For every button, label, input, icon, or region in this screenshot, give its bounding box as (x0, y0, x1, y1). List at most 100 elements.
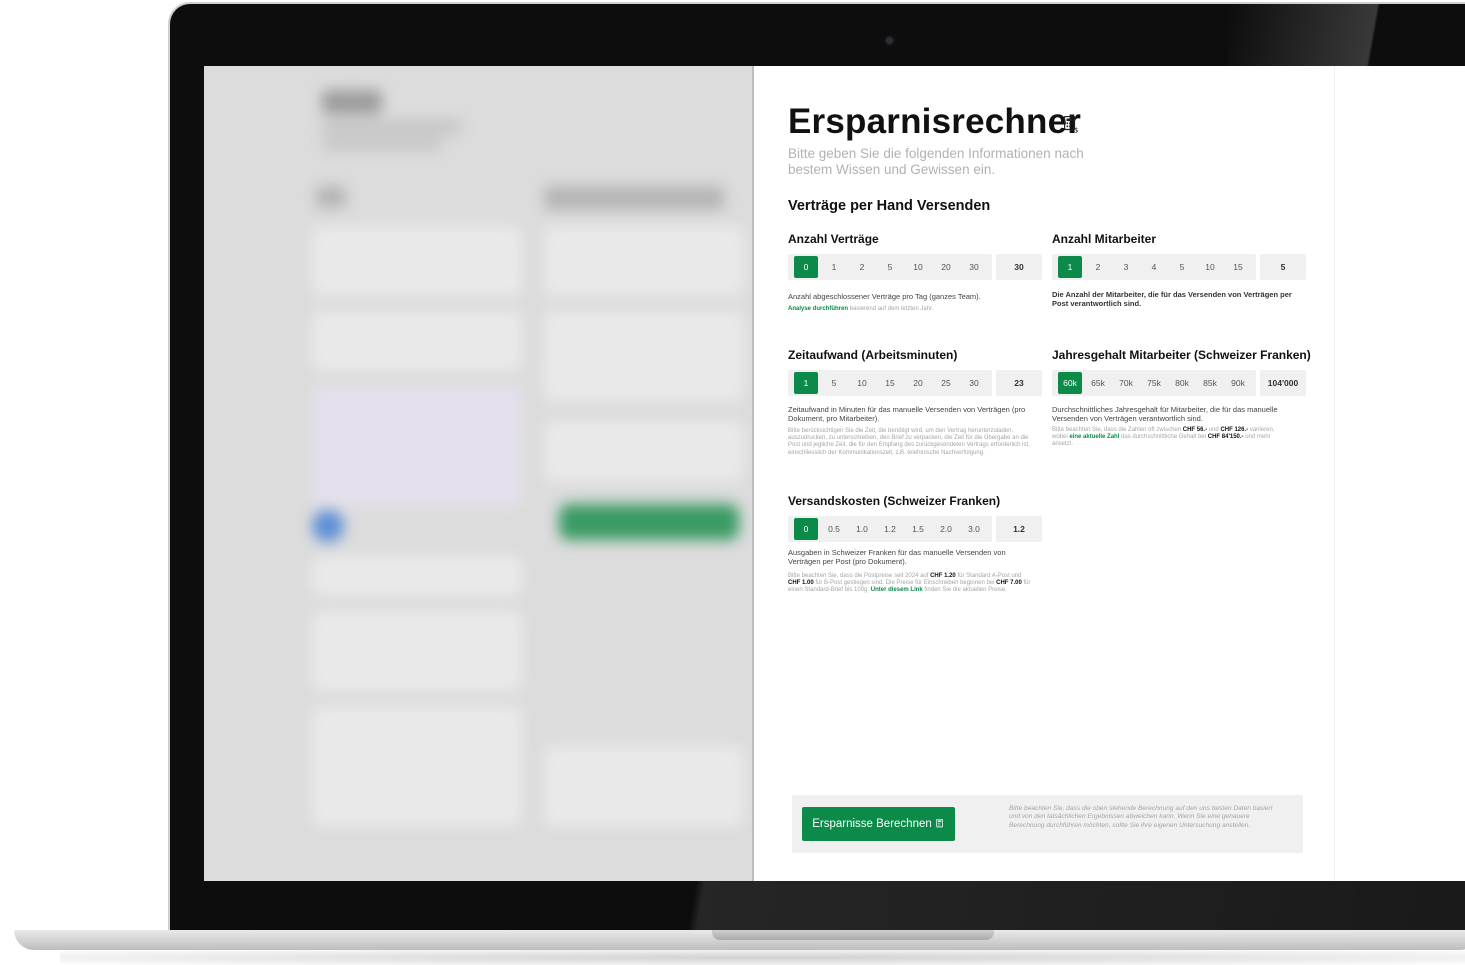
blurred-avatar (312, 510, 344, 542)
lid-glare (1228, 4, 1465, 70)
salary-option[interactable]: 60k (1058, 372, 1082, 394)
post-prices-link[interactable]: Unter diesem Link (871, 587, 923, 593)
shipping-note: Bitte beachten Sie, dass die Postpreise … (788, 573, 1031, 594)
shipping-option[interactable]: 0.5 (822, 518, 846, 540)
blurred-text (322, 138, 442, 150)
contracts-option[interactable]: 30 (962, 256, 986, 278)
contracts-option[interactable]: 10 (906, 256, 930, 278)
calculator-dollar-icon (936, 819, 943, 828)
employees-label: Anzahl Mitarbeiter (1052, 232, 1157, 246)
shipping-option[interactable]: 0 (794, 518, 818, 540)
blurred-card (544, 311, 744, 401)
shipping-option[interactable]: 1.0 (850, 518, 874, 540)
salary-option[interactable]: 75k (1142, 372, 1166, 394)
blurred-card (312, 386, 522, 506)
contracts-option[interactable]: 0 (794, 256, 818, 278)
shipping-label: Versandskosten (Schweizer Franken) (788, 494, 1001, 508)
time-option[interactable]: 30 (962, 372, 986, 394)
blurred-green-button (559, 504, 739, 540)
blurred-card (544, 746, 744, 826)
right-empty-area (1334, 66, 1465, 881)
employees-option[interactable]: 4 (1142, 256, 1166, 278)
contracts-segment: 0 1 2 5 10 20 30 (788, 254, 992, 280)
salary-label: Jahresgehalt Mitarbeiter (Schweizer Fran… (1052, 348, 1311, 362)
blurred-content (204, 66, 752, 881)
contracts-description: Anzahl abgeschlossener Verträge pro Tag … (788, 292, 981, 301)
shipping-value-input[interactable]: 1.2 (996, 516, 1042, 542)
blurred-heading (544, 186, 724, 210)
time-selector: 1 5 10 15 20 25 30 23 (788, 370, 1042, 396)
employees-option[interactable]: 10 (1198, 256, 1222, 278)
calculator-footer: Ersparnisse Berechnen Bitte beachten Sie… (792, 795, 1303, 853)
blurred-icon (316, 186, 346, 208)
contracts-value-input[interactable]: 30 (996, 254, 1042, 280)
webcam-icon (886, 37, 893, 44)
time-segment: 1 5 10 15 20 25 30 (788, 370, 992, 396)
calculation-disclaimer: Bitte beachten Sie, dass die oben stehen… (1009, 805, 1273, 829)
blurred-card (544, 226, 744, 296)
salary-option[interactable]: 65k (1086, 372, 1110, 394)
laptop-screen: Ersparnisrechner $ Bitte geben Sie die f… (204, 66, 1465, 881)
calculator-dollar-icon: $ (1064, 116, 1078, 133)
contracts-analysis-note: Analyse durchführen basierend auf dem le… (788, 306, 1028, 313)
analysis-note-text: basierend auf dem letzten Jahr. (848, 306, 934, 312)
calculate-savings-label: Ersparnisse Berechnen (812, 818, 932, 830)
employees-description: Die Anzahl der Mitarbeiter, die für das … (1052, 290, 1292, 308)
employees-option[interactable]: 2 (1086, 256, 1110, 278)
salary-value-input[interactable]: 104'000 (1260, 370, 1306, 396)
salary-selector: 60k 65k 70k 75k 80k 85k 90k 104'000 (1052, 370, 1306, 396)
blurred-background-app (204, 66, 752, 881)
contracts-option[interactable]: 5 (878, 256, 902, 278)
employees-value-input[interactable]: 5 (1260, 254, 1306, 280)
employees-option[interactable]: 1 (1058, 256, 1082, 278)
bezel-glare (608, 878, 1465, 930)
shipping-description: Ausgaben in Schweizer Franken für das ma… (788, 548, 1006, 566)
time-option[interactable]: 5 (822, 372, 846, 394)
salary-description: Durchschnittliches Jahresgehalt für Mita… (1052, 405, 1278, 423)
contracts-option[interactable]: 20 (934, 256, 958, 278)
employees-option[interactable]: 3 (1114, 256, 1138, 278)
calculate-savings-button[interactable]: Ersparnisse Berechnen (802, 807, 955, 841)
blurred-card (312, 311, 522, 371)
time-value-input[interactable]: 23 (996, 370, 1042, 396)
laptop-shadow (60, 950, 1465, 965)
contracts-selector: 0 1 2 5 10 20 30 30 (788, 254, 1042, 280)
contracts-label: Anzahl Verträge (788, 232, 879, 246)
time-label: Zeitaufwand (Arbeitsminuten) (788, 348, 958, 362)
contracts-option[interactable]: 2 (850, 256, 874, 278)
time-option[interactable]: 1 (794, 372, 818, 394)
time-option[interactable]: 10 (850, 372, 874, 394)
analysis-link[interactable]: Analyse durchführen (788, 306, 848, 312)
salary-option[interactable]: 90k (1226, 372, 1250, 394)
svg-text:$: $ (1074, 127, 1078, 134)
salary-option[interactable]: 70k (1114, 372, 1138, 394)
time-option[interactable]: 15 (878, 372, 902, 394)
employees-segment: 1 2 3 4 5 10 15 (1052, 254, 1256, 280)
blurred-card (544, 421, 744, 481)
blurred-logo (322, 90, 382, 114)
time-option[interactable]: 20 (906, 372, 930, 394)
time-description: Zeitaufwand in Minuten für das manuelle … (788, 405, 1026, 423)
section-title: Verträge per Hand Versenden (788, 198, 991, 214)
blurred-card (312, 226, 522, 296)
employees-option[interactable]: 15 (1226, 256, 1250, 278)
time-option[interactable]: 25 (934, 372, 958, 394)
contracts-option[interactable]: 1 (822, 256, 846, 278)
shipping-option[interactable]: 1.2 (878, 518, 902, 540)
shipping-segment: 0 0.5 1.0 1.2 1.5 2.0 3.0 (788, 516, 992, 542)
page-title: Ersparnisrechner (788, 102, 1082, 141)
salary-option[interactable]: 80k (1170, 372, 1194, 394)
shipping-option[interactable]: 3.0 (962, 518, 986, 540)
employees-option[interactable]: 5 (1170, 256, 1194, 278)
blurred-card (312, 611, 522, 691)
shipping-selector: 0 0.5 1.0 1.2 1.5 2.0 3.0 1.2 (788, 516, 1042, 542)
laptop-notch (712, 930, 994, 940)
shipping-option[interactable]: 1.5 (906, 518, 930, 540)
shipping-option[interactable]: 2.0 (934, 518, 958, 540)
salary-option[interactable]: 85k (1198, 372, 1222, 394)
employees-selector: 1 2 3 4 5 10 15 5 (1052, 254, 1306, 280)
page-subtitle: Bitte geben Sie die folgenden Informatio… (788, 146, 1084, 177)
salary-source-link[interactable]: eine aktuelle Zahl (1069, 434, 1119, 440)
blurred-text (322, 120, 462, 134)
salary-note: Bitte beachten Sie, dass die Zahlen oft … (1052, 427, 1275, 448)
